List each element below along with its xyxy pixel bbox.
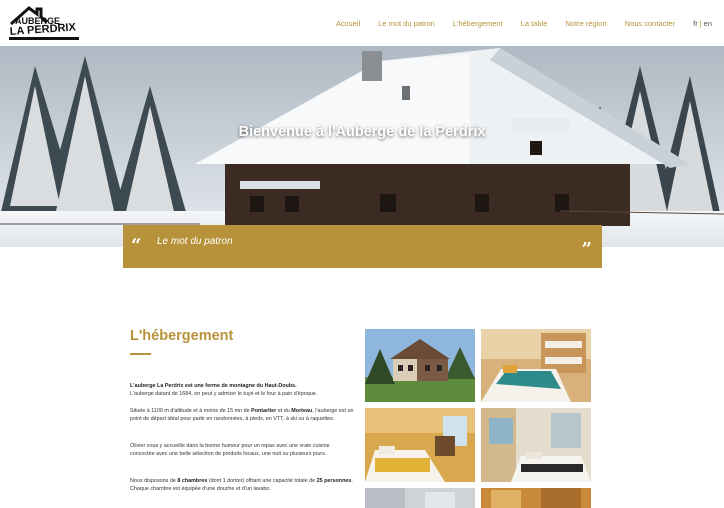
section-title: L'hébergement (130, 328, 234, 344)
location-morteau: Morteau (291, 408, 313, 414)
nav-notre-region[interactable]: Notre région (565, 19, 606, 28)
rooms-count: 8 chambres (177, 478, 208, 484)
gallery-photo-bunk-room[interactable] (481, 329, 591, 402)
lang-fr[interactable]: fr (693, 19, 698, 28)
title-underline (130, 353, 151, 355)
intro-rest: L'auberge datant de 1684, on peut y admi… (130, 390, 318, 397)
rooms-paragraph: Nous disposons de 8 chambres (dont 1 dor… (130, 478, 355, 493)
intro-bold: L'auberge La Perdrix est une ferme de mo… (130, 383, 297, 389)
rooms-text-c: (dont 1 dortoir) offrant une capacité to… (207, 478, 317, 484)
gallery-photo-room-3[interactable] (365, 488, 475, 508)
nav-accueil[interactable]: Accueil (336, 19, 360, 28)
site-header: AUBERGE LA PERDRIX Accueil Le mot du pat… (0, 0, 724, 46)
quote-text: Le mot du patron (157, 236, 233, 247)
nav-hebergement[interactable]: L'hébergement (453, 19, 503, 28)
rooms-text-a: Nous disposons de (130, 478, 178, 484)
intro-paragraph: L'auberge La Perdrix est une ferme de mo… (130, 383, 355, 398)
site-logo[interactable]: AUBERGE LA PERDRIX (7, 4, 83, 42)
hero-banner: Bienvenue à l'Auberge de la Perdrix (0, 46, 724, 247)
gallery-photo-room-window[interactable] (481, 408, 591, 482)
location-text-c: et du (276, 408, 292, 414)
rooms-capacity: 25 personnes (316, 478, 352, 484)
quote-close-icon: ” (581, 239, 592, 260)
lang-separator: | (699, 19, 702, 28)
nav-mot-du-patron[interactable]: Le mot du patron (378, 19, 435, 28)
location-pontarlier: Pontarlier (251, 408, 277, 414)
welcome-paragraph: Olivier vous y accueille dans la bonne h… (130, 443, 330, 457)
nav-la-table[interactable]: La table (521, 19, 548, 28)
quote-open-icon: “ (131, 235, 142, 256)
nav-nous-contacter[interactable]: Nous contacter (625, 19, 675, 28)
location-text-a: Située à 1100 m d'altitude et à moins de… (130, 408, 252, 414)
patron-quote-banner[interactable]: “ Le mot du patron ” (123, 225, 602, 268)
hero-title: Bienvenue à l'Auberge de la Perdrix (238, 124, 486, 140)
rooms-text-d: . (351, 478, 353, 484)
gallery-photo-room-4[interactable] (481, 488, 591, 508)
language-switcher: fr | en (693, 19, 712, 28)
hero-image (0, 46, 724, 247)
gallery-photo-yellow-room[interactable] (365, 408, 475, 482)
gallery-photo-exterior[interactable] (365, 329, 475, 402)
lang-en[interactable]: en (704, 19, 712, 28)
rooms-equipment: Chaque chambre est équipée d'une douche … (130, 485, 271, 492)
main-nav: Accueil Le mot du patron L'hébergement L… (318, 19, 712, 28)
location-paragraph: Située à 1100 m d'altitude et à moins de… (130, 408, 355, 423)
